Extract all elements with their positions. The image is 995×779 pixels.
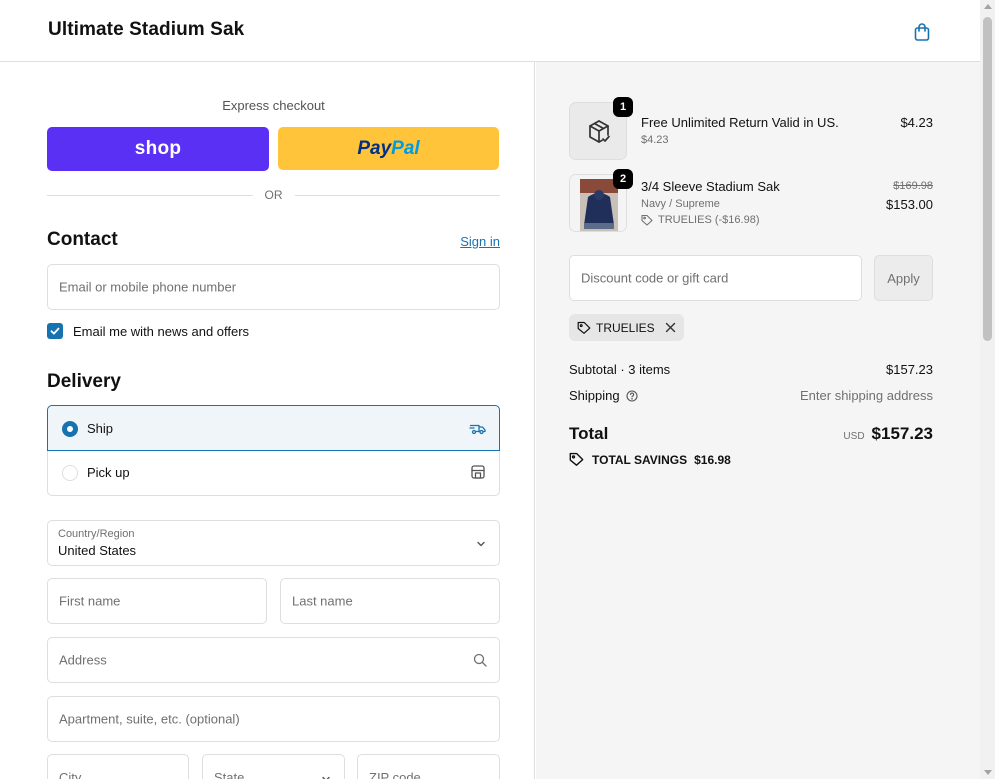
city-field[interactable]: City — [47, 754, 189, 779]
country-label: Country/Region — [58, 528, 135, 540]
item-discount: TRUELIES (-$16.98) — [641, 214, 759, 226]
item-discount-text: TRUELIES (-$16.98) — [658, 214, 760, 226]
ship-label: Ship — [87, 421, 114, 436]
shipping-value: Enter shipping address — [800, 388, 933, 403]
paypal-label-pay: Pay — [357, 137, 392, 159]
state-placeholder: State — [214, 770, 245, 779]
apartment-field[interactable]: Apartment, suite, etc. (optional) — [47, 696, 500, 742]
newsletter-option[interactable]: Email me with news and offers — [47, 322, 249, 340]
delivery-method-group: Ship Pick up — [47, 405, 500, 496]
shipping-label: Shipping — [569, 388, 620, 403]
scroll-down-arrow-icon[interactable] — [984, 770, 992, 775]
total-amount: USD $157.23 — [843, 424, 933, 444]
address-field[interactable]: Address — [47, 637, 500, 683]
search-icon — [473, 653, 487, 667]
applied-discount-chip: TRUELIES — [569, 314, 684, 341]
shopping-bag-icon — [914, 23, 930, 41]
discount-code-field[interactable]: Discount code or gift card — [569, 255, 862, 301]
delivery-option-ship[interactable]: Ship — [47, 405, 500, 451]
shipping-row-label: Shipping — [569, 388, 638, 403]
apply-button[interactable]: Apply — [874, 255, 933, 301]
chevron-down-icon — [322, 776, 330, 779]
newsletter-label: Email me with news and offers — [73, 323, 250, 339]
item-name: 3/4 Sleeve Stadium Sak — [641, 179, 780, 194]
sign-in-link[interactable]: Sign in — [440, 234, 500, 249]
delivery-option-pickup[interactable]: Pick up — [48, 451, 499, 495]
item-price: $153.00 — [886, 197, 933, 212]
item-name: Free Unlimited Return Valid in US. — [641, 115, 839, 130]
quantity-badge: 1 — [613, 97, 633, 117]
country-value: United States — [58, 543, 137, 558]
newsletter-checkbox[interactable] — [47, 323, 63, 339]
total-label: Total — [569, 424, 609, 443]
pickup-radio[interactable] — [62, 465, 78, 481]
state-select[interactable]: State — [202, 754, 345, 779]
truck-icon — [469, 424, 486, 435]
last-name-field[interactable]: Last name — [280, 578, 500, 624]
delivery-heading: Delivery — [47, 371, 121, 392]
store-icon — [471, 465, 485, 479]
remove-discount-close-icon[interactable] — [665, 322, 676, 333]
item-subprice: $4.23 — [641, 134, 669, 146]
checkmark-icon — [50, 327, 60, 335]
shop-pay-label: shop — [134, 138, 182, 159]
tag-icon — [569, 452, 584, 466]
last-name-placeholder: Last name — [292, 593, 353, 609]
email-field[interactable]: Email or mobile phone number — [47, 264, 500, 310]
discount-placeholder: Discount code or gift card — [581, 270, 729, 286]
tag-icon — [641, 214, 653, 226]
zip-field[interactable]: ZIP code — [357, 754, 500, 779]
city-placeholder: City — [59, 770, 82, 779]
express-checkout-label: Express checkout — [222, 98, 325, 113]
country-select[interactable]: Country/Region United States — [47, 520, 500, 566]
paypal-label-pal: Pal — [391, 137, 420, 159]
email-placeholder: Email or mobile phone number — [59, 279, 237, 295]
first-name-placeholder: First name — [59, 593, 121, 609]
zip-placeholder: ZIP code — [369, 770, 421, 779]
total-savings-row: TOTAL SAVINGS $16.98 — [569, 452, 731, 467]
header: Ultimate Stadium Sak — [0, 0, 980, 62]
shop-pay-button[interactable]: shop — [47, 127, 269, 171]
subtotal-label: Subtotal · 3 items — [569, 362, 671, 377]
ship-radio[interactable] — [62, 421, 78, 437]
tag-icon — [577, 321, 591, 334]
brand-title[interactable]: Ultimate Stadium Sak — [48, 19, 244, 41]
apartment-placeholder: Apartment, suite, etc. (optional) — [59, 711, 240, 727]
order-summary: 1 Free Unlimited Return Valid in US. $4.… — [536, 62, 980, 779]
divider-line-right — [295, 195, 500, 196]
chevron-down-icon — [477, 541, 485, 547]
savings-label: TOTAL SAVINGS — [592, 452, 688, 467]
contact-heading: Contact — [47, 229, 118, 250]
item-price: $4.23 — [900, 115, 933, 130]
pickup-label: Pick up — [87, 465, 130, 480]
applied-code: TRUELIES — [596, 320, 655, 335]
scroll-thumb[interactable] — [983, 17, 992, 341]
item-original-price: $169.98 — [893, 180, 933, 192]
checkout-form: Express checkout shop Pay Pal OR Contact … — [0, 62, 535, 779]
total-value: $157.23 — [871, 424, 933, 443]
quantity-badge: 2 — [613, 169, 633, 189]
help-circle-icon[interactable] — [626, 389, 638, 402]
savings-value: $16.98 — [694, 452, 731, 467]
first-name-field[interactable]: First name — [47, 578, 267, 624]
subtotal-value: $157.23 — [886, 362, 933, 377]
currency-code: USD — [843, 431, 865, 442]
package-check-icon — [589, 120, 610, 143]
scroll-up-arrow-icon[interactable] — [984, 4, 992, 9]
page-scrollbar[interactable] — [980, 0, 995, 779]
address-placeholder: Address — [59, 652, 107, 668]
paypal-button[interactable]: Pay Pal — [278, 127, 499, 170]
cart-button[interactable] — [910, 20, 934, 44]
or-divider: OR — [47, 188, 500, 204]
item-variant: Navy / Supreme — [641, 198, 720, 210]
